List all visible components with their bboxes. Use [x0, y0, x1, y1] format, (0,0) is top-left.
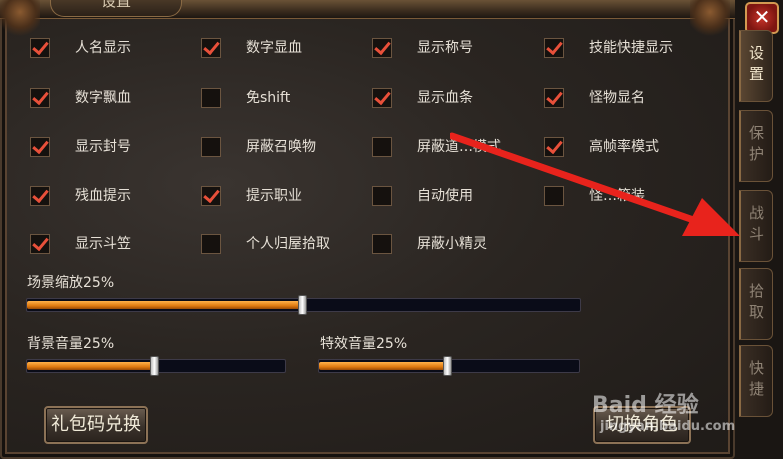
fx-volume-slider[interactable]: [318, 356, 580, 376]
checkbox[interactable]: [201, 38, 221, 58]
slider-fill: [27, 362, 154, 370]
gift-code-button[interactable]: 礼包码兑换: [44, 406, 148, 444]
checkbox[interactable]: [372, 234, 392, 254]
annotation-arrow-icon: [450, 132, 740, 236]
checkbox[interactable]: [201, 88, 221, 108]
bg-volume-label: 背景音量25%: [27, 336, 115, 352]
checkbox[interactable]: [372, 38, 392, 58]
checkbox[interactable]: [201, 186, 221, 206]
checkbox[interactable]: [201, 137, 221, 157]
tab-pickup[interactable]: 拾取: [739, 268, 773, 340]
option-label: 人名显示: [75, 40, 131, 56]
option-label: 残血提示: [75, 188, 131, 204]
bg-volume-slider[interactable]: [26, 356, 286, 376]
slider-fill: [27, 301, 302, 309]
checkbox[interactable]: [30, 234, 50, 254]
slider-thumb[interactable]: [298, 295, 307, 315]
fx-volume-label: 特效音量25%: [320, 336, 408, 352]
corner-ornament-right: [690, 0, 730, 40]
watermark-logo: Baid 经验: [592, 393, 699, 418]
option-label: 个人归屋拾取: [246, 236, 330, 252]
checkbox[interactable]: [201, 234, 221, 254]
option-label: 数字飘血: [75, 90, 131, 106]
corner-ornament-left: [0, 0, 40, 40]
checkbox[interactable]: [372, 88, 392, 108]
window-title: 设置: [50, 0, 182, 17]
option-label: 免shift: [246, 90, 291, 106]
slider-thumb[interactable]: [150, 356, 159, 376]
slider-fill: [319, 362, 447, 370]
option-label: 怪物显名: [589, 90, 645, 106]
checkbox[interactable]: [30, 137, 50, 157]
option-label: 显示斗笠: [75, 236, 131, 252]
scene-zoom-label: 场景缩放25%: [27, 275, 115, 291]
checkbox[interactable]: [544, 38, 564, 58]
option-label: 提示职业: [246, 188, 302, 204]
option-label: 显示血条: [417, 90, 473, 106]
tab-shortcut[interactable]: 快捷: [739, 345, 773, 417]
scene-zoom-slider[interactable]: [26, 295, 581, 315]
option-label: 数字显血: [246, 40, 302, 56]
tab-settings[interactable]: 设置: [739, 30, 773, 102]
option-label: 显示封号: [75, 139, 131, 155]
option-label: 技能快捷显示: [589, 40, 673, 56]
checkbox[interactable]: [30, 38, 50, 58]
tab-combat[interactable]: 战斗: [739, 190, 773, 262]
slider-thumb[interactable]: [443, 356, 452, 376]
option-label: 屏蔽召唤物: [246, 139, 316, 155]
checkbox[interactable]: [544, 88, 564, 108]
checkbox[interactable]: [30, 88, 50, 108]
checkbox[interactable]: [372, 186, 392, 206]
option-label: 显示称号: [417, 40, 473, 56]
checkbox[interactable]: [372, 137, 392, 157]
checkbox[interactable]: [30, 186, 50, 206]
watermark-url: jingyan.baidu.com: [600, 419, 736, 434]
watermark: Baid 经验 jingyan.baidu.com: [592, 383, 742, 453]
tab-protect[interactable]: 保护: [739, 110, 773, 182]
